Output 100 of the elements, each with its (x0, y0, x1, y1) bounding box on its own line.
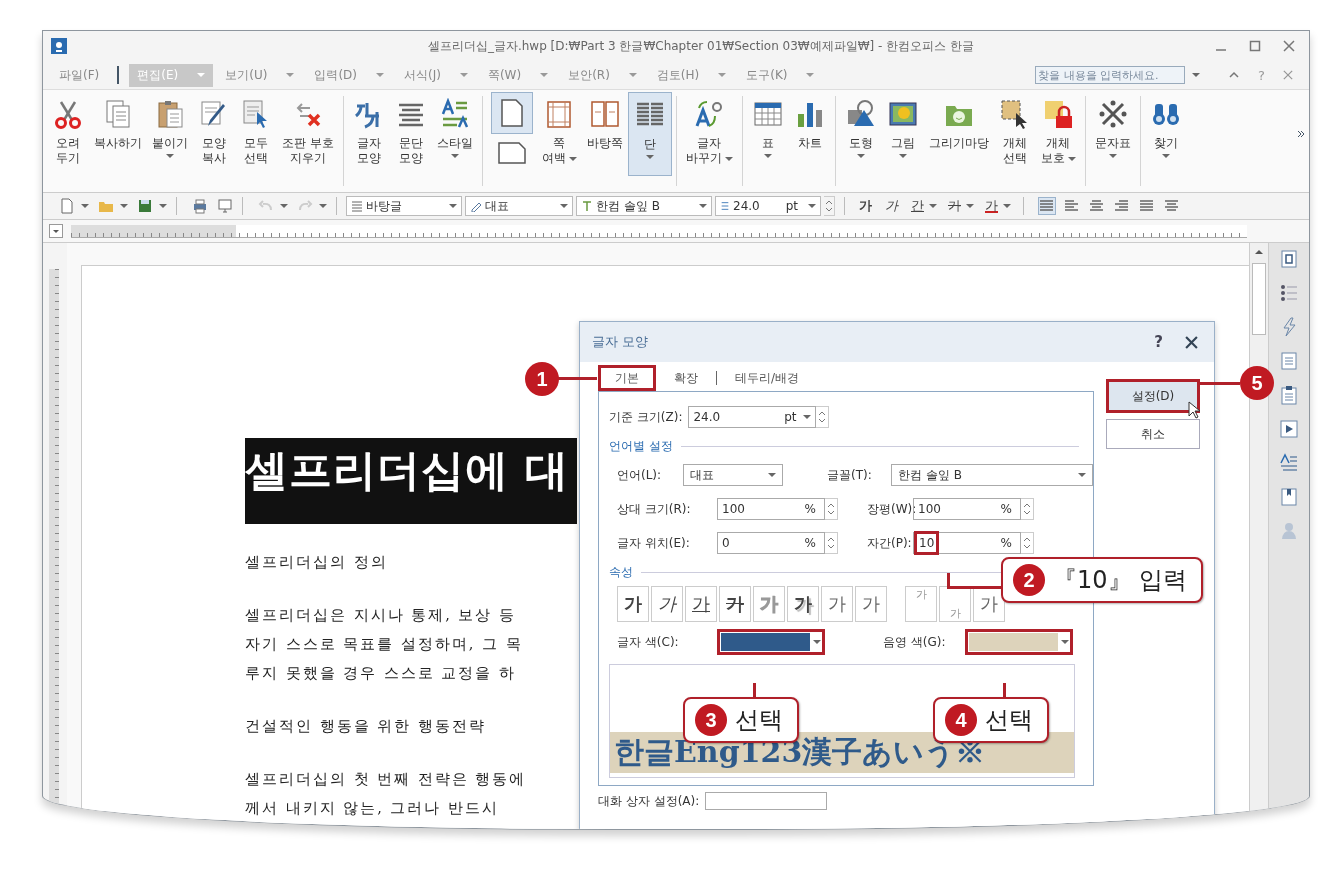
align-icon[interactable] (1064, 198, 1080, 214)
d-box-icon[interactable] (1279, 249, 1299, 269)
field-label: 자간(P): (866, 534, 913, 552)
ribbon-button[interactable]: 개체 보호 (1035, 92, 1081, 176)
ribbon-button[interactable]: 찾기 (1144, 92, 1187, 176)
align-icon[interactable] (1089, 198, 1105, 214)
ribbon-button[interactable]: 조판 부호 지우기 (277, 92, 339, 176)
spinner-icon[interactable] (825, 498, 838, 520)
align-icon[interactable] (1164, 198, 1180, 214)
close-icon[interactable] (1185, 335, 1198, 349)
ribbon-button[interactable]: 도형 (839, 92, 882, 176)
attribute-button[interactable]: 가 (787, 586, 819, 622)
number-input[interactable]: 10 % (913, 532, 1021, 554)
attribute-button[interactable]: 가 (719, 586, 751, 622)
attribute-button[interactable]: 가 (617, 586, 649, 622)
align-icon[interactable] (1039, 198, 1055, 214)
format-button[interactable]: 가 (943, 197, 977, 215)
number-input[interactable]: 100 % (717, 498, 825, 520)
new-document-icon[interactable] (59, 198, 75, 214)
spinner-icon[interactable] (816, 406, 830, 428)
play-icon[interactable] (1279, 419, 1299, 439)
spinner-icon[interactable] (825, 532, 838, 554)
tab[interactable]: 확장 (660, 366, 712, 390)
ribbon-button[interactable]: 그리기마당 (923, 92, 994, 176)
format-button[interactable]: 가 (854, 197, 877, 215)
spinner-icon[interactable] (1021, 532, 1034, 554)
leader-line (557, 377, 597, 380)
tab[interactable]: 기본 (598, 365, 656, 391)
text-line: 루지 못했을 경우 스스로 교정을 하 (245, 664, 518, 683)
document-heading: 셀프리더십에 대 (245, 438, 577, 524)
align-icon[interactable] (1139, 198, 1155, 214)
field-label: 글꼴(T): (826, 466, 873, 484)
text-line: 건설적인 행동을 위한 행동전략 (245, 717, 487, 736)
number-input[interactable]: 100 % (913, 498, 1021, 520)
scroll-thumb[interactable] (1252, 263, 1266, 335)
monitor-icon[interactable] (217, 198, 233, 214)
format-button[interactable]: 가 (880, 197, 903, 215)
bookmark-icon[interactable] (1279, 487, 1299, 507)
ribbon-button[interactable]: 단 (627, 92, 672, 176)
field-label: 언어(L): (616, 466, 663, 484)
ruler-toggle-icon[interactable] (49, 224, 63, 238)
ribbon-button[interactable]: 복사하기 (89, 92, 147, 176)
format-button[interactable]: 가 (980, 197, 1014, 215)
language-dropdown[interactable]: 대표 (683, 464, 783, 486)
spinner-icon[interactable] (1021, 498, 1034, 520)
size-field[interactable]: 24.0 pt (715, 196, 821, 216)
text-color-picker[interactable] (717, 629, 825, 655)
attribute-button[interactable]: 가 (685, 586, 717, 622)
attribute-button[interactable]: 가 (821, 586, 853, 622)
style-dropdown[interactable]: 바탕글 (346, 196, 462, 216)
clipboard-icon[interactable] (1279, 385, 1299, 405)
close-icon[interactable] (1283, 40, 1295, 52)
ribbon-button[interactable]: 바탕쪽 (581, 92, 628, 176)
ribbon-button[interactable]: 모두 선택 (235, 92, 277, 176)
ribbon-button[interactable]: 스타일 (431, 92, 478, 176)
document-icon[interactable] (1279, 351, 1299, 371)
ribbon-button[interactable]: 표 (746, 92, 789, 176)
ribbon-button[interactable]: 글자 바꾸기 (680, 92, 738, 176)
align-icon[interactable] (1114, 198, 1130, 214)
shape-dropdown[interactable]: 대표 (465, 196, 573, 216)
font-dropdown[interactable]: 한컴 솔잎 B (576, 196, 712, 216)
maximize-icon[interactable] (1249, 40, 1261, 52)
ribbon-button[interactable]: 모양 복사 (193, 92, 235, 176)
ribbon-button[interactable]: 문단 모양 (389, 92, 432, 176)
shade-color-picker[interactable] (965, 629, 1073, 655)
leader-line (1200, 382, 1240, 385)
dialog-button[interactable]: 취소 (1106, 419, 1200, 449)
bullet-list-icon[interactable] (1279, 283, 1299, 303)
spinner-icon[interactable] (824, 196, 835, 216)
printer-icon[interactable] (192, 198, 208, 214)
chevron-right-icon[interactable] (1297, 130, 1305, 138)
search-field[interactable]: 찾을 내용을 입력하세요. (1035, 66, 1186, 84)
help-button[interactable]: ? (1154, 333, 1163, 351)
tab[interactable]: 테두리/배경 (721, 366, 814, 390)
settings-dropdown[interactable] (705, 792, 828, 810)
ribbon-button[interactable]: 쪽 여백 (536, 92, 582, 176)
font-dropdown[interactable]: 한컴 솔잎 B (891, 464, 1093, 486)
group-heading: 속성 (609, 563, 633, 581)
number-input[interactable]: 0 % (717, 532, 825, 554)
attribute-button[interactable]: 가 (855, 586, 887, 622)
mouse-pointer-icon (1188, 401, 1200, 419)
ribbon-button[interactable]: 글자 모양 (347, 92, 390, 176)
size-icon (720, 200, 730, 212)
ribbon-button[interactable]: 오려 두기 (47, 92, 89, 176)
text-line: 셀프리더십의 첫 번째 전략은 행동에 (245, 770, 528, 789)
landscape-page-icon[interactable] (495, 140, 528, 166)
ribbon-button[interactable]: 그림 (881, 92, 924, 176)
ribbon-button[interactable]: 문자표 (1089, 92, 1136, 176)
attribute-button[interactable]: 가 (651, 586, 683, 622)
field-label: 장평(W): (866, 500, 913, 518)
ribbon-button[interactable]: 붙이기 (147, 92, 193, 176)
ribbon-button[interactable]: 차트 (788, 92, 831, 176)
font-icon (581, 200, 593, 212)
size-input[interactable]: 24.0 pt (688, 406, 817, 428)
ribbon-button[interactable]: 개체 선택 (993, 92, 1036, 176)
format-button[interactable]: 간 (906, 197, 940, 215)
page-button[interactable] (490, 92, 533, 134)
dialog-button[interactable]: 설정(D) (1106, 379, 1200, 413)
window-title: 셀프리더십_글자.hwp [D:₩Part 3 한글₩Chapter 01₩Section 03₩예제파일₩] - 한컴오피스 한글 (426, 37, 976, 55)
text-lines-icon[interactable] (1279, 453, 1299, 473)
